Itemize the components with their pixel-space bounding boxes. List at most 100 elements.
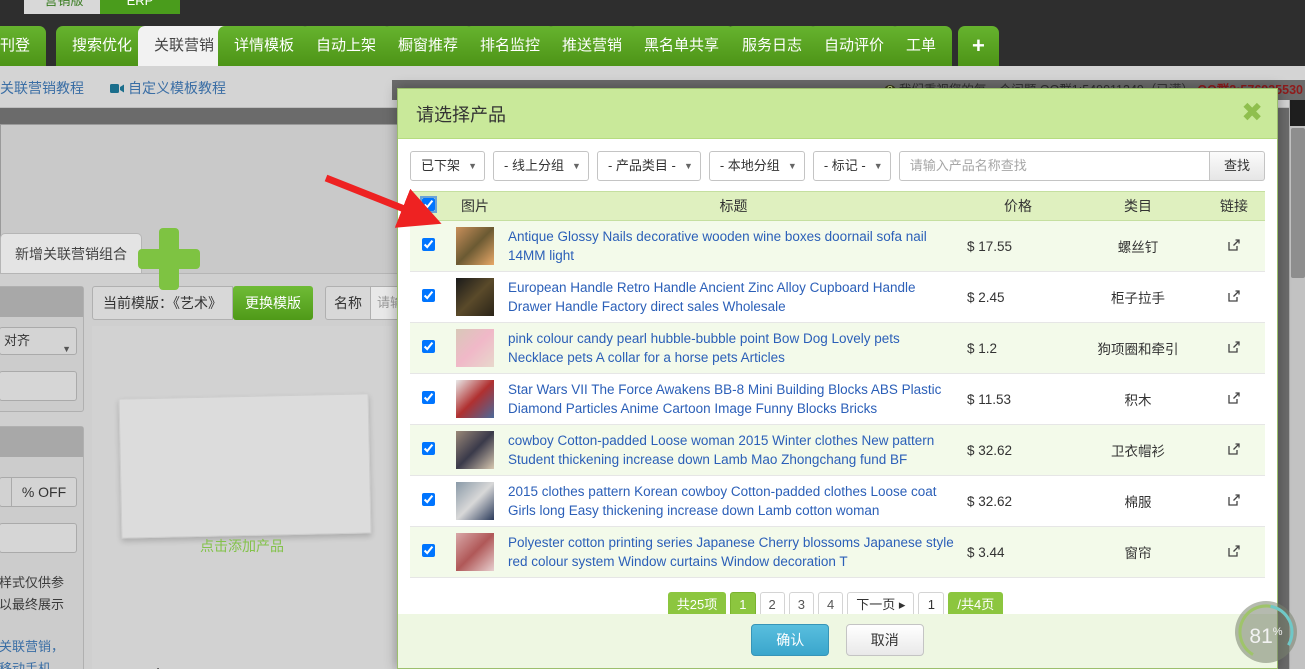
row-checkbox-cell bbox=[410, 526, 446, 578]
row-price: $ 1.2 bbox=[963, 322, 1073, 374]
header-price: 价格 bbox=[963, 191, 1073, 221]
nav-tab-push-marketing[interactable]: 推送营销 bbox=[546, 26, 639, 66]
nav-tab-auto-review[interactable]: 自动评价 bbox=[808, 26, 901, 66]
modal-header: 请选择产品 ✖ bbox=[398, 89, 1277, 139]
product-title-link[interactable]: 2015 clothes pattern Korean cowboy Cotto… bbox=[508, 482, 959, 520]
search-button[interactable]: 查找 bbox=[1209, 151, 1265, 181]
change-template-button[interactable]: 更换模版 bbox=[233, 286, 313, 320]
header-link: 链接 bbox=[1203, 191, 1265, 221]
chevron-down-icon: ▼ bbox=[873, 161, 883, 171]
filter-local-group[interactable]: - 本地分组 ▼ bbox=[708, 151, 805, 181]
row-price: $ 32.62 bbox=[963, 475, 1073, 527]
add-product-text[interactable]: 点击添加产品 bbox=[92, 536, 392, 556]
row-link-cell bbox=[1203, 220, 1265, 272]
product-select-modal: 请选择产品 ✖ 已下架 ▼ - 线上分组 ▼ - 产品类目 - ▼ - 本地分组… bbox=[397, 88, 1278, 669]
bg-align-select[interactable]: 对齐 ▼ bbox=[0, 327, 77, 355]
select-all-checkbox[interactable] bbox=[419, 196, 437, 213]
product-title-link[interactable]: pink colour candy pearl hubble-bubble po… bbox=[508, 329, 959, 367]
bg-discount-input[interactable] bbox=[0, 477, 11, 507]
filter-tag[interactable]: - 标记 - ▼ bbox=[812, 151, 891, 181]
product-thumbnail[interactable] bbox=[456, 329, 494, 367]
external-link-icon[interactable] bbox=[1227, 442, 1241, 459]
row-checkbox-cell bbox=[410, 271, 446, 323]
row-category: 积木 bbox=[1073, 373, 1203, 425]
table-row: Star Wars VII The Force Awakens BB-8 Min… bbox=[410, 373, 1265, 425]
row-checkbox-cell bbox=[410, 322, 446, 374]
nav-tab-seo[interactable]: 搜索优化 bbox=[56, 26, 149, 66]
row-category: 螺丝钉 bbox=[1073, 220, 1203, 272]
close-icon[interactable]: ✖ bbox=[1241, 99, 1263, 125]
product-thumbnail[interactable] bbox=[456, 227, 494, 265]
external-link-icon[interactable] bbox=[1227, 289, 1241, 306]
row-checkbox[interactable] bbox=[421, 493, 435, 506]
filter-shelf-status[interactable]: 已下架 ▼ bbox=[410, 151, 486, 181]
row-checkbox[interactable] bbox=[421, 544, 435, 557]
row-title-cell: Polyester cotton printing series Japanes… bbox=[504, 526, 963, 578]
external-link-icon[interactable] bbox=[1227, 238, 1241, 255]
external-link-icon[interactable] bbox=[1227, 493, 1241, 510]
external-link-icon[interactable] bbox=[1227, 544, 1241, 561]
bg-text-input-2[interactable] bbox=[0, 523, 77, 553]
row-checkbox[interactable] bbox=[421, 442, 435, 455]
tutorial-link-related-marketing[interactable]: 关联营销教程 bbox=[0, 78, 84, 98]
product-thumbnail[interactable] bbox=[456, 482, 494, 520]
row-checkbox[interactable] bbox=[421, 391, 435, 404]
row-checkbox-cell bbox=[410, 220, 446, 272]
bg-card-body-1: 对齐 ▼ bbox=[0, 317, 83, 411]
product-thumbnail[interactable] bbox=[456, 431, 494, 469]
nav-tab-add[interactable]: + bbox=[958, 26, 999, 66]
product-title-link[interactable]: European Handle Retro Handle Ancient Zin… bbox=[508, 278, 959, 316]
nav-tab-work-order[interactable]: 工单 bbox=[890, 26, 953, 66]
product-title-link[interactable]: Star Wars VII The Force Awakens BB-8 Min… bbox=[508, 380, 959, 418]
modal-footer: 确认 取消 bbox=[398, 614, 1277, 668]
progress-value: 81 bbox=[1249, 625, 1273, 648]
filter-local-group-value: - 本地分组 bbox=[719, 158, 780, 173]
bg-discount-label: % OFF bbox=[11, 477, 77, 507]
row-price: $ 11.53 bbox=[963, 373, 1073, 425]
table-row: cowboy Cotton-padded Loose woman 2015 Wi… bbox=[410, 424, 1265, 476]
table-row: pink colour candy pearl hubble-bubble po… bbox=[410, 322, 1265, 374]
external-link-icon[interactable] bbox=[1227, 340, 1241, 357]
product-thumbnail[interactable] bbox=[456, 380, 494, 418]
nav-tab-blacklist-share[interactable]: 黑名单共享 bbox=[628, 26, 736, 66]
external-link-icon[interactable] bbox=[1227, 391, 1241, 408]
product-title-link[interactable]: cowboy Cotton-padded Loose woman 2015 Wi… bbox=[508, 431, 959, 469]
bg-align-select-value: 对齐 bbox=[4, 333, 31, 348]
confirm-button[interactable]: 确认 bbox=[751, 624, 830, 656]
nav-tab-related-marketing[interactable]: 关联营销 bbox=[138, 26, 231, 66]
product-thumbnail[interactable] bbox=[456, 278, 494, 316]
nav-tab-auto-listing[interactable]: 自动上架 bbox=[300, 26, 393, 66]
top-pill-erp[interactable]: ERP bbox=[100, 0, 180, 14]
row-thumbnail-cell bbox=[446, 424, 504, 476]
tutorial-link-custom-template[interactable]: 自定义模板教程 bbox=[110, 78, 226, 98]
cancel-button[interactable]: 取消 bbox=[845, 624, 924, 656]
bg-text-input-1[interactable] bbox=[0, 371, 77, 401]
row-checkbox[interactable] bbox=[421, 238, 435, 251]
bg-tab-new-combo[interactable]: 新增关联营销组合 bbox=[0, 233, 142, 273]
product-thumbnail[interactable] bbox=[456, 533, 494, 571]
chevron-down-icon: ▼ bbox=[572, 161, 581, 171]
page-scrollbar[interactable] bbox=[1289, 100, 1305, 669]
add-product-plus-icon[interactable] bbox=[138, 228, 200, 290]
row-thumbnail-cell bbox=[446, 475, 504, 527]
product-search-input[interactable]: 请输入产品名称查找 bbox=[898, 151, 1210, 181]
nav-tab-service-log[interactable]: 服务日志 bbox=[726, 26, 819, 66]
nav-tab-rank-monitor[interactable]: 排名监控 bbox=[464, 26, 557, 66]
row-checkbox[interactable] bbox=[421, 340, 435, 353]
product-title-link[interactable]: Polyester cotton printing series Japanes… bbox=[508, 533, 959, 571]
bg-note-line-4: 移动手机 bbox=[0, 661, 52, 669]
filter-online-group[interactable]: - 线上分组 ▼ bbox=[493, 151, 589, 181]
filter-online-group-value: - 线上分组 bbox=[504, 158, 564, 173]
nav-tab-showcase[interactable]: 橱窗推荐 bbox=[382, 26, 475, 66]
header-category: 类目 bbox=[1073, 191, 1203, 221]
top-pill-marketing[interactable]: 营销版 bbox=[24, 0, 104, 14]
filter-product-category[interactable]: - 产品类目 - ▼ bbox=[596, 151, 701, 181]
product-title-link[interactable]: Antique Glossy Nails decorative wooden w… bbox=[508, 227, 959, 265]
nav-tab-publish[interactable]: 刊登 bbox=[0, 26, 47, 66]
filter-tag-value: - 标记 - bbox=[823, 158, 866, 173]
row-title-cell: Antique Glossy Nails decorative wooden w… bbox=[504, 220, 963, 272]
row-checkbox[interactable] bbox=[421, 289, 435, 302]
nav-tab-detail-template[interactable]: 详情模板 bbox=[218, 26, 311, 66]
scrollbar-thumb[interactable] bbox=[1291, 128, 1305, 278]
chevron-down-icon: ▼ bbox=[683, 161, 693, 171]
